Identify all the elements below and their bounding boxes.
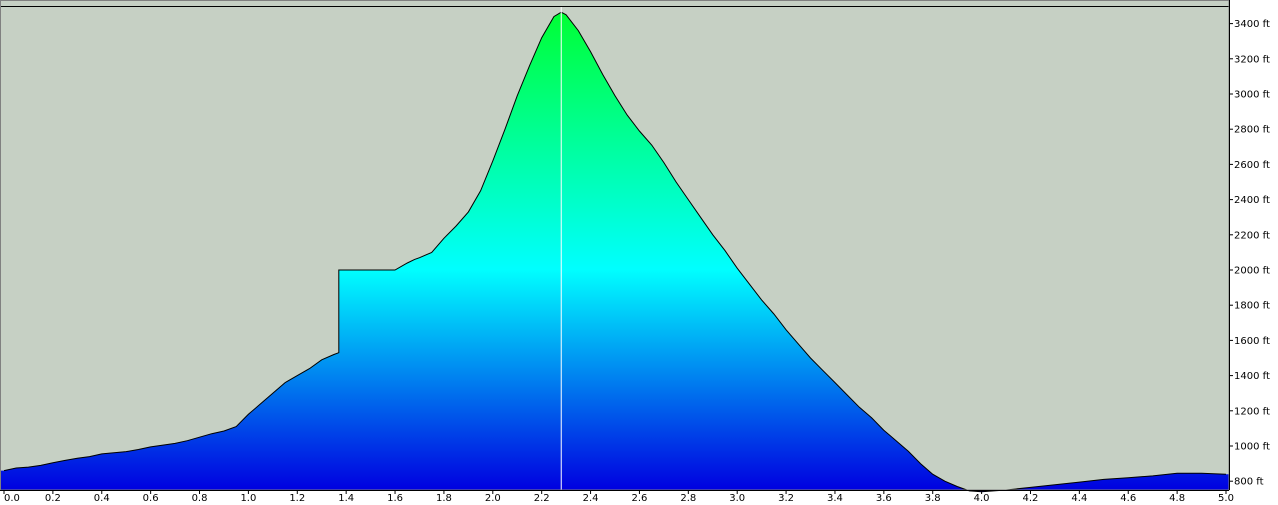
y-tick-label: 2600 ft xyxy=(1234,160,1270,171)
x-tick-label: 4.2 xyxy=(1023,493,1039,504)
y-tick-label: 1200 ft xyxy=(1234,406,1270,417)
x-tick-label: 0.8 xyxy=(192,493,208,504)
x-tick-label: 0.0 xyxy=(4,493,20,504)
x-tick-label: 2.6 xyxy=(631,493,647,504)
y-tick-label: 1800 ft xyxy=(1234,301,1270,312)
x-tick-label: 1.0 xyxy=(240,493,256,504)
elevation-chart: 0.0 0.2 0.4 0.6 0.8 1.0 1.2 1.4 1.6 1.8 2.0 2.2 2.4 2… xyxy=(0,0,1270,504)
y-tick-label: 2400 ft xyxy=(1234,195,1270,206)
x-tick-label: 0.2 xyxy=(45,493,61,504)
x-tick-label: 0.6 xyxy=(143,493,159,504)
x-tick-label: 0.4 xyxy=(94,493,110,504)
x-tick-label: 3.0 xyxy=(729,493,745,504)
y-tick-label: 1000 ft xyxy=(1234,442,1270,453)
y-tick-label: 2000 ft xyxy=(1234,266,1270,277)
y-tick-label: 800 ft xyxy=(1234,477,1264,488)
y-tick-label: 3400 ft xyxy=(1234,19,1270,30)
x-tick-label: 3.2 xyxy=(778,493,794,504)
x-tick-label: 1.6 xyxy=(387,493,403,504)
x-tick-label: 1.4 xyxy=(338,493,354,504)
x-tick-label: 4.4 xyxy=(1071,493,1087,504)
y-tick-label: 1400 ft xyxy=(1234,371,1270,382)
x-tick-label: 4.8 xyxy=(1169,493,1185,504)
y-tick-label: 2800 ft xyxy=(1234,125,1270,136)
x-tick-label: 1.2 xyxy=(289,493,305,504)
x-tick-label: 3.8 xyxy=(925,493,941,504)
x-tick-label: 2.4 xyxy=(583,493,599,504)
x-tick-label: 5.0 xyxy=(1218,493,1234,504)
y-tick-label: 3200 ft xyxy=(1234,54,1270,65)
x-tick-label: 2.0 xyxy=(485,493,501,504)
y-tick-label: 2200 ft xyxy=(1234,230,1270,241)
x-tick-label: 4.6 xyxy=(1120,493,1136,504)
x-tick-label: 2.2 xyxy=(534,493,550,504)
x-tick-label: 2.8 xyxy=(680,493,696,504)
x-tick-label: 1.8 xyxy=(436,493,452,504)
x-axis: 0.0 0.2 0.4 0.6 0.8 1.0 1.2 1.4 1.6 1.8 2.0 2.2 2.4 2… xyxy=(3,490,1234,504)
y-tick-label: 1600 ft xyxy=(1234,336,1270,347)
y-tick-label: 3000 ft xyxy=(1234,90,1270,101)
x-tick-label: 4.0 xyxy=(974,493,990,504)
y-axis: 800 ft 1000 ft 1200 ft 1400 ft 1600 ft 1800 f… xyxy=(1229,19,1270,488)
x-tick-label: 3.6 xyxy=(876,493,892,504)
x-tick-label: 3.4 xyxy=(827,493,843,504)
